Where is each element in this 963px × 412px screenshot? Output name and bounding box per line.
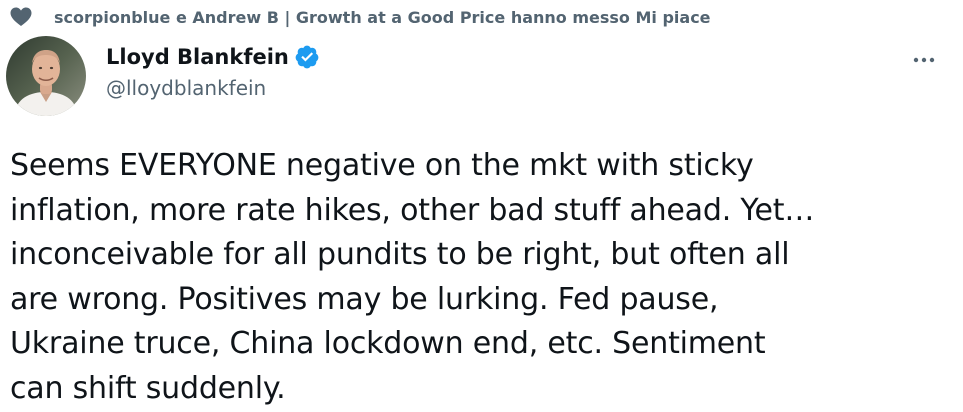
social-context-text: scorpionblue e Andrew B | Growth at a Go… bbox=[54, 7, 711, 27]
author-handle[interactable]: @lloydblankfein bbox=[106, 76, 266, 100]
verified-badge-icon bbox=[294, 44, 320, 70]
tweet-text: Seems EVERYONE negative on the mkt with … bbox=[10, 148, 815, 406]
author-display-name[interactable]: Lloyd Blankfein bbox=[106, 45, 289, 69]
more-horizontal-icon bbox=[912, 49, 936, 68]
avatar[interactable] bbox=[6, 36, 86, 116]
avatar-image bbox=[6, 36, 86, 116]
heart-icon bbox=[10, 7, 32, 27]
author-name-row[interactable]: Lloyd Blankfein bbox=[106, 42, 320, 72]
social-context[interactable]: scorpionblue e Andrew B | Growth at a Go… bbox=[10, 4, 711, 30]
more-options-button[interactable] bbox=[904, 44, 944, 72]
